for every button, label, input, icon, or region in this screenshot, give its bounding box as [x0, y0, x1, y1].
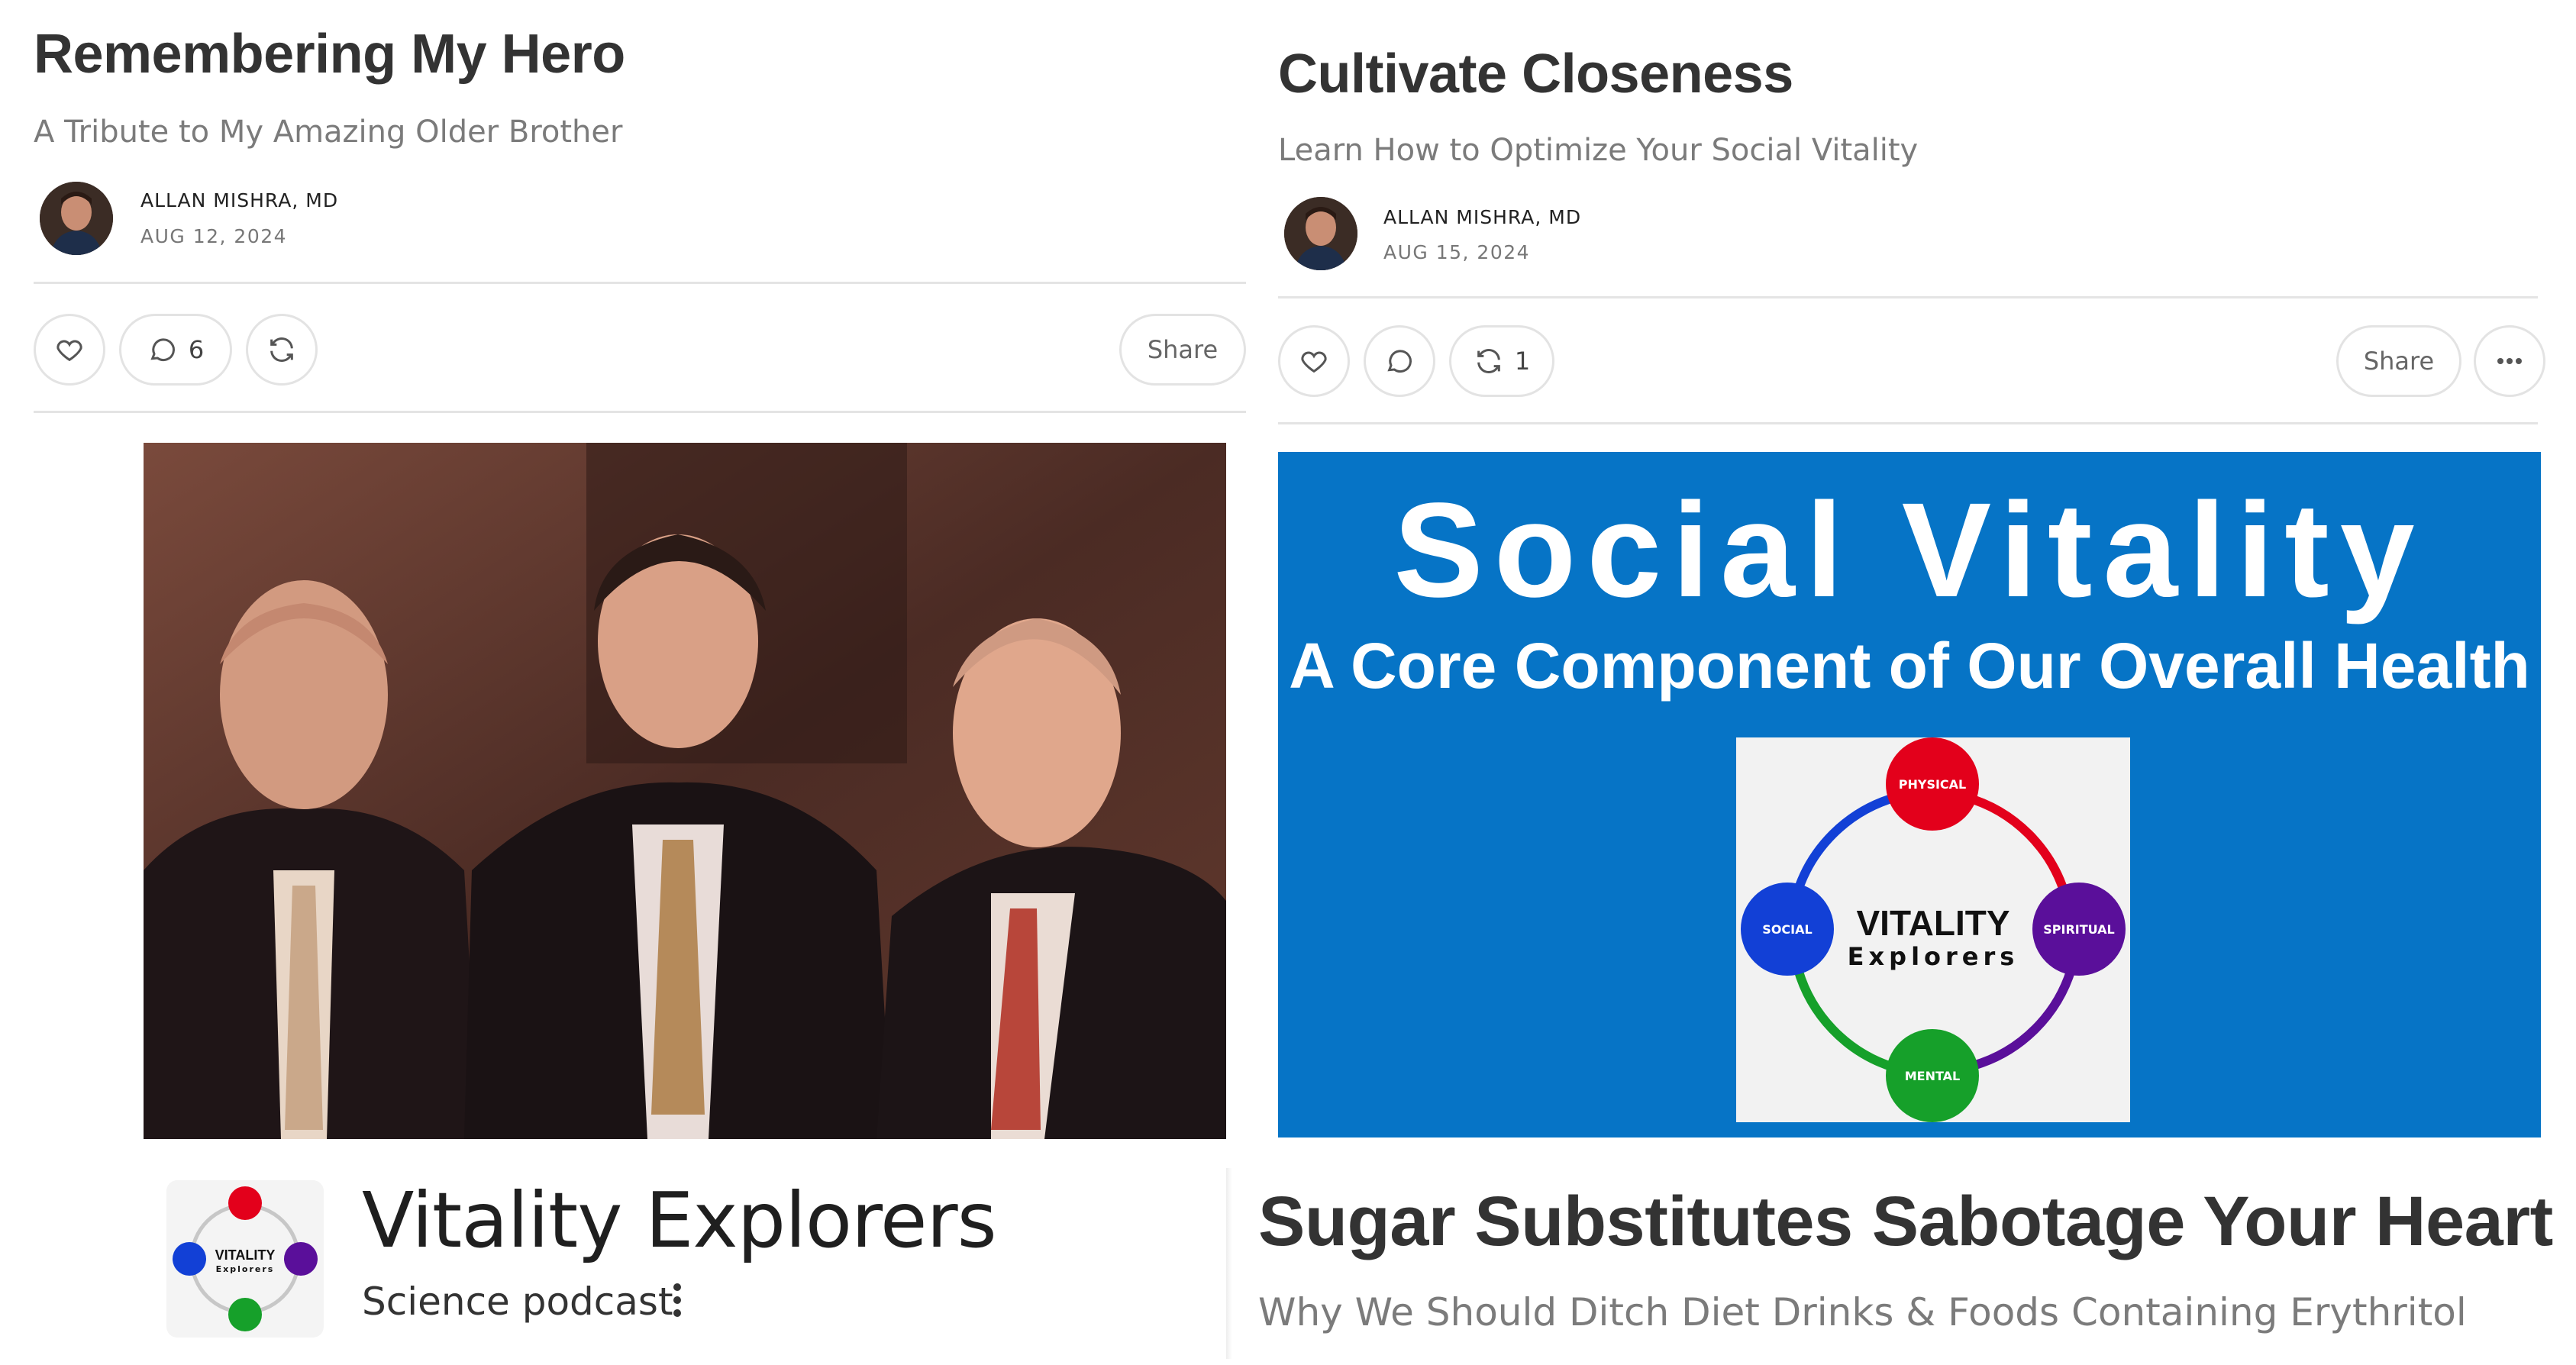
- divider: [1278, 296, 2538, 298]
- banner-title: Social Vitality: [1393, 476, 2426, 625]
- share-label: Share: [2363, 347, 2435, 376]
- comment-button[interactable]: [1364, 325, 1435, 397]
- more-options-button[interactable]: [2474, 325, 2545, 397]
- restack-icon: [1477, 348, 1500, 374]
- post-banner[interactable]: Social Vitality A Core Component of Our …: [1278, 452, 2541, 1138]
- diagram-center-subtitle: Explorers: [1847, 942, 2019, 971]
- author-name[interactable]: ALLAN MISHRA, MD: [1383, 206, 1581, 228]
- share-button[interactable]: Share: [2336, 325, 2461, 397]
- artwork-subtitle: Explorers: [215, 1264, 275, 1274]
- share-label: Share: [1147, 335, 1219, 364]
- mental-node: MENTAL: [1886, 1029, 1979, 1122]
- post-photo[interactable]: [144, 443, 1226, 1139]
- separator-shadow: [1226, 1168, 1232, 1359]
- comment-icon: [150, 338, 175, 362]
- like-button[interactable]: [34, 314, 105, 386]
- heart-icon: [56, 340, 82, 362]
- share-button[interactable]: Share: [1119, 314, 1246, 386]
- restack-count: 1: [1514, 347, 1531, 376]
- post-date: AUG 12, 2024: [140, 225, 288, 247]
- divider: [1278, 422, 2538, 424]
- post-subtitle: Learn How to Optimize Your Social Vitali…: [1278, 133, 1919, 168]
- post-date: AUG 15, 2024: [1383, 241, 1531, 263]
- podcast-category: Science podcast: [362, 1279, 673, 1324]
- post-title[interactable]: Sugar Substitutes Sabotage Your Heart: [1258, 1182, 2553, 1262]
- vitality-diagram: PHYSICAL SPIRITUAL MENTAL SOCIAL VITALIT…: [1736, 737, 2130, 1122]
- comment-button[interactable]: 6: [119, 314, 232, 386]
- physical-node: PHYSICAL: [1886, 737, 1979, 831]
- artwork-title: VITALITY: [215, 1247, 276, 1263]
- divider: [34, 282, 1246, 284]
- diagram-center-title: VITALITY: [1856, 903, 2010, 943]
- heart-icon: [1301, 351, 1327, 373]
- like-button[interactable]: [1278, 325, 1350, 397]
- restack-icon: [270, 337, 293, 363]
- author-name[interactable]: ALLAN MISHRA, MD: [140, 189, 338, 211]
- post-title[interactable]: Remembering My Hero: [34, 23, 625, 86]
- physical-label: PHYSICAL: [1898, 776, 1967, 792]
- podcast-title[interactable]: Vitality Explorers: [362, 1176, 997, 1265]
- kebab-menu-icon[interactable]: [666, 1281, 689, 1319]
- comment-icon: [1387, 350, 1412, 373]
- restack-button[interactable]: 1: [1449, 325, 1554, 397]
- post-subtitle: A Tribute to My Amazing Older Brother: [34, 115, 623, 150]
- restack-button[interactable]: [246, 314, 318, 386]
- banner-subtitle: A Core Component of Our Overall Health: [1289, 630, 2530, 702]
- podcast-artwork[interactable]: VITALITY Explorers: [166, 1180, 324, 1338]
- author-avatar[interactable]: [1284, 197, 1357, 270]
- mental-label: MENTAL: [1904, 1068, 1961, 1083]
- author-avatar[interactable]: [40, 182, 113, 255]
- comment-count: 6: [188, 335, 205, 364]
- post-subtitle: Why We Should Ditch Diet Drinks & Foods …: [1258, 1290, 2467, 1334]
- post-title[interactable]: Cultivate Closeness: [1278, 43, 1793, 105]
- more-icon: [2497, 358, 2522, 364]
- divider: [34, 411, 1246, 413]
